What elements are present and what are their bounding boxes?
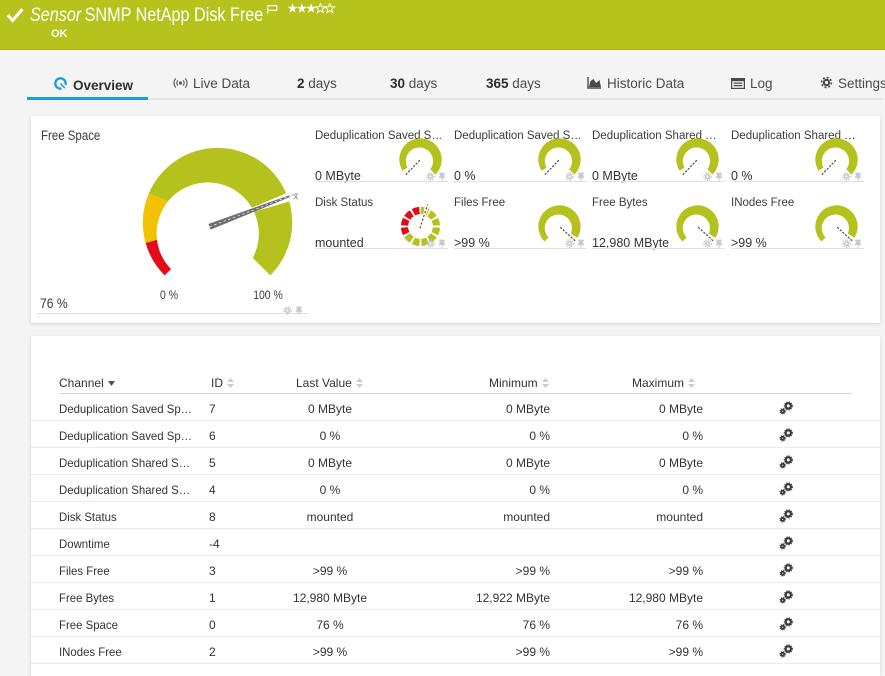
svg-text:x: x [293,191,298,202]
